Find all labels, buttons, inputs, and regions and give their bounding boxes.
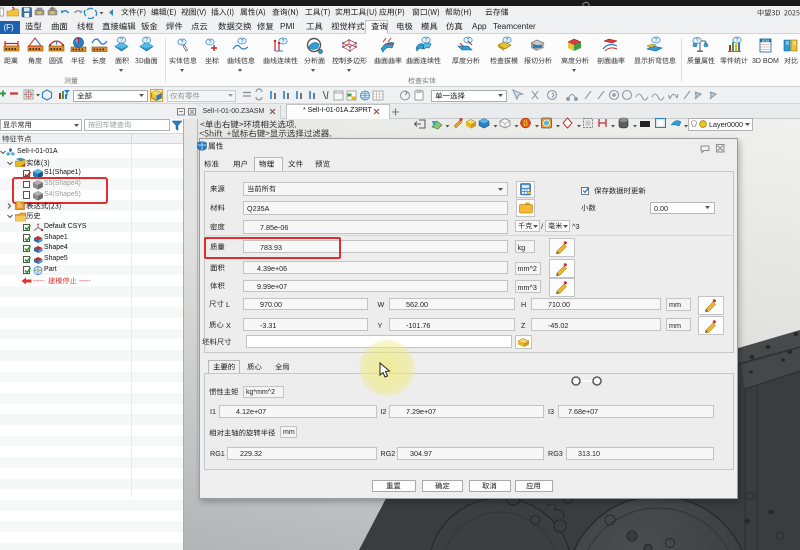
svg-text:?: ?: [735, 38, 738, 44]
svg-text:?: ?: [181, 40, 184, 46]
svg-text:?: ?: [696, 38, 699, 44]
svg-text:?: ?: [241, 39, 244, 45]
svg-text:?: ?: [145, 38, 148, 44]
svg-text:BOM: BOM: [761, 39, 769, 43]
svg-text:?: ?: [209, 40, 212, 46]
svg-text:?: ?: [120, 38, 123, 44]
svg-text:?: ?: [281, 39, 284, 45]
svg-text:?: ?: [467, 38, 470, 44]
svg-text:?: ?: [655, 38, 658, 44]
svg-text:?: ?: [425, 38, 428, 44]
